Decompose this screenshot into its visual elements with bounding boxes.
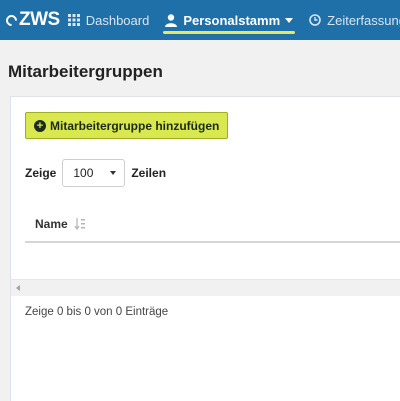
column-header-name[interactable]: Name: [35, 217, 68, 231]
nav-item-label: Personalstamm: [183, 12, 281, 28]
sort-alpha-icon[interactable]: [74, 218, 86, 230]
page-length-control: Zeige 100 Zeilen: [25, 159, 166, 187]
page-length-value: 100: [73, 166, 94, 180]
add-group-label: Mitarbeitergruppe hinzufügen: [50, 118, 220, 133]
horizontal-scrollbar[interactable]: [11, 279, 400, 296]
table-header-row: Name: [25, 207, 400, 243]
grid-icon: [67, 14, 80, 26]
logo-text: ZWS: [19, 9, 60, 30]
length-suffix: Zeilen: [131, 166, 167, 180]
nav-item-dashboard[interactable]: Dashboard: [60, 0, 158, 40]
plus-circle-icon: +: [34, 119, 46, 132]
scroll-left-icon[interactable]: [16, 285, 20, 291]
content-panel: + Mitarbeitergruppe hinzufügen Zeige 100…: [10, 96, 400, 401]
logo-ring-icon: [3, 12, 20, 28]
app-logo[interactable]: ZWS: [0, 0, 60, 40]
length-prefix: Zeige: [25, 166, 57, 180]
table-info: Zeige 0 bis 0 von 0 Einträge: [25, 306, 169, 318]
nav-item-label: Zeiterfassung: [327, 12, 400, 28]
nav-item-zeiterfassung[interactable]: Zeiterfassung: [301, 0, 400, 40]
user-icon: [165, 13, 178, 27]
add-group-button[interactable]: + Mitarbeitergruppe hinzufügen: [25, 112, 229, 139]
chevron-down-icon: [285, 17, 294, 23]
page-title: Mitarbeitergruppen: [8, 62, 163, 81]
nav-item-personalstamm[interactable]: Personalstamm: [157, 0, 301, 40]
top-navbar: ZWS Dashboard Personalstamm Zeiterfassun…: [0, 0, 400, 40]
nav-item-label: Dashboard: [85, 12, 150, 28]
chevron-down-icon: [110, 171, 117, 175]
page-length-select[interactable]: 100: [62, 159, 126, 187]
clock-icon: [309, 14, 321, 26]
